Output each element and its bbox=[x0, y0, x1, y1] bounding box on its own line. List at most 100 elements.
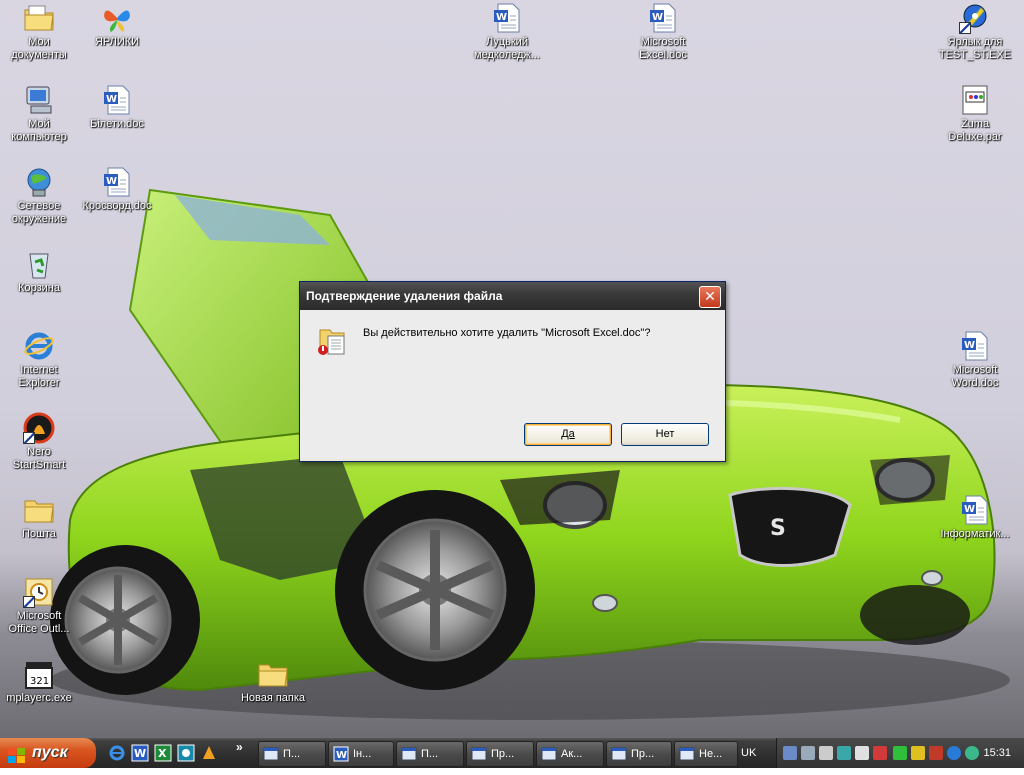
green-tray-icon[interactable] bbox=[893, 746, 907, 760]
desktop-icon-outlook[interactable]: Microsoft Office Outl... bbox=[0, 576, 78, 636]
system-tray: 15:31 bbox=[776, 738, 1024, 768]
outlook-icon bbox=[23, 576, 55, 608]
explorer-window-icon bbox=[263, 746, 279, 762]
messenger-tray-icon[interactable] bbox=[965, 746, 979, 760]
svg-text:W: W bbox=[106, 176, 117, 187]
word-doc-icon: W bbox=[101, 166, 133, 198]
antivirus-tray-icon[interactable] bbox=[911, 746, 925, 760]
desktop-icon-label: Мои документы bbox=[11, 36, 67, 61]
desktop-icon-lutsk-medcollege[interactable]: W Луцький медколедж... bbox=[468, 2, 546, 62]
desktop-icon-my-documents[interactable]: Мои документы bbox=[0, 2, 78, 62]
windows-flag-icon bbox=[8, 745, 26, 763]
desktop: S Мои документы Мой компьютер Сетевое ок… bbox=[0, 0, 1024, 738]
shield-tray-icon[interactable] bbox=[855, 746, 869, 760]
taskbar-button-label: Пр... bbox=[631, 748, 655, 760]
taskbar-button-6[interactable]: Пр... bbox=[606, 741, 672, 767]
desktop-icon-test-shortcut[interactable]: Ярлык для TEST_ST.EXE bbox=[936, 2, 1014, 62]
svg-text:321: 321 bbox=[30, 676, 49, 687]
explorer-window-icon bbox=[541, 746, 557, 762]
desktop-icon-label: Корзина bbox=[18, 282, 60, 294]
ati-tray-icon[interactable] bbox=[929, 746, 943, 760]
dialog-body: Вы действительно хотите удалить "Microso… bbox=[300, 310, 725, 459]
publisher-quicklaunch-icon[interactable] bbox=[177, 744, 195, 762]
winamp-quicklaunch-icon[interactable] bbox=[200, 744, 218, 762]
taskbar-button-label: Ін... bbox=[353, 748, 372, 760]
network-icon bbox=[23, 166, 55, 198]
taskbar-button-2[interactable]: W Ін... bbox=[328, 741, 394, 767]
desktop-icon-label: Кросворд.doc bbox=[82, 200, 152, 212]
ie-icon bbox=[23, 330, 55, 362]
svg-text:W: W bbox=[652, 12, 663, 23]
desktop-icon-internet-explorer[interactable]: Internet Explorer bbox=[0, 330, 78, 390]
dialog-titlebar[interactable]: Подтверждение удаления файла ✕ bbox=[300, 282, 725, 310]
desktop-icon-label: Новая папка bbox=[240, 692, 306, 704]
no-button[interactable]: Нет bbox=[621, 423, 709, 446]
delete-confirm-dialog: Подтверждение удаления файла ✕ Вы действ… bbox=[299, 281, 726, 462]
taskbar-button-label: Пр... bbox=[491, 748, 515, 760]
desktop-icon-label: Internet Explorer bbox=[18, 364, 60, 389]
explorer-window-icon bbox=[471, 746, 487, 762]
desktop-icon-informatyka[interactable]: W Інформатик... bbox=[936, 494, 1014, 541]
word-doc-icon: W bbox=[647, 2, 679, 34]
word-doc-icon: W bbox=[333, 746, 349, 762]
test-shortcut-icon bbox=[959, 2, 991, 34]
desktop-icon-yarlyky[interactable]: ЯРЛИКИ bbox=[78, 2, 156, 49]
close-button[interactable]: ✕ bbox=[699, 286, 721, 308]
folder-icon bbox=[257, 658, 289, 690]
language-indicator[interactable]: UK bbox=[741, 745, 759, 761]
chevron-icon[interactable]: » bbox=[236, 740, 243, 754]
desktop-icon-label: Луцький медколедж... bbox=[474, 36, 540, 61]
taskbar-button-5[interactable]: Ак... bbox=[536, 741, 604, 767]
desktop-icon-label: Пошта bbox=[22, 528, 56, 540]
taskbar-button-1[interactable]: П... bbox=[258, 741, 326, 767]
taskbar-button-7[interactable]: Не... bbox=[674, 741, 738, 767]
taskbar-button-4[interactable]: Пр... bbox=[466, 741, 534, 767]
svg-text:W: W bbox=[106, 94, 117, 105]
desktop-icon-new-folder[interactable]: Новая папка bbox=[234, 658, 312, 705]
yes-button[interactable]: Да bbox=[524, 423, 612, 446]
usb-tray-icon[interactable] bbox=[837, 746, 851, 760]
desktop-icon-label: Інформатик... bbox=[940, 528, 1010, 540]
word-quicklaunch-icon[interactable]: W bbox=[131, 744, 149, 762]
desktop-icon-recycle-bin[interactable]: Корзина bbox=[0, 248, 78, 295]
ie-quicklaunch-icon[interactable] bbox=[108, 744, 126, 762]
network-tray-icon[interactable] bbox=[783, 746, 797, 760]
desktop-icon-network[interactable]: Сетевое окружение bbox=[0, 166, 78, 226]
desktop-icon-label: Nero StartSmart bbox=[12, 446, 66, 471]
desktop-icon-nero[interactable]: Nero StartSmart bbox=[0, 412, 78, 472]
desktop-icon-microsoft-word-doc[interactable]: W Microsoft Word.doc bbox=[936, 330, 1014, 390]
desktop-icon-label: mplayerc.exe bbox=[6, 692, 72, 704]
word-doc-icon: W bbox=[101, 84, 133, 116]
nero-icon bbox=[23, 412, 55, 444]
display-tray-icon[interactable] bbox=[801, 746, 815, 760]
svg-text:W: W bbox=[964, 504, 975, 515]
desktop-icon-zuma-deluxe[interactable]: Zuma Deluxe.par bbox=[936, 84, 1014, 144]
desktop-icon-label: Ярлык для TEST_ST.EXE bbox=[938, 36, 1012, 61]
taskbar-button-3[interactable]: П... bbox=[396, 741, 464, 767]
desktop-icon-label: Microsoft Office Outl... bbox=[8, 610, 70, 635]
drive-tray-icon[interactable] bbox=[819, 746, 833, 760]
taskbar-button-label: Ак... bbox=[561, 748, 583, 760]
desktop-icon-krosvord[interactable]: W Кросворд.doc bbox=[78, 166, 156, 213]
clock[interactable]: 15:31 bbox=[983, 738, 1011, 768]
volume-tray-icon[interactable] bbox=[873, 746, 887, 760]
excel-quicklaunch-icon[interactable]: X bbox=[154, 744, 172, 762]
desktop-icon-poshta[interactable]: Пошта bbox=[0, 494, 78, 541]
desktop-icon-label: ЯРЛИКИ bbox=[94, 36, 140, 48]
desktop-icon-my-computer[interactable]: Мой компьютер bbox=[0, 84, 78, 144]
delete-file-warning-icon bbox=[316, 324, 348, 356]
word-doc-icon: W bbox=[959, 330, 991, 362]
svg-text:W: W bbox=[964, 340, 975, 351]
svg-text:W: W bbox=[336, 750, 347, 761]
my-computer-icon bbox=[23, 84, 55, 116]
desktop-icon-bileti[interactable]: W Білети.doc bbox=[78, 84, 156, 131]
desktop-icon-mplayer[interactable]: 321 mplayerc.exe bbox=[0, 658, 78, 705]
globe-tray-icon[interactable] bbox=[947, 746, 961, 760]
desktop-icon-label: Microsoft Excel.doc bbox=[639, 36, 687, 61]
mplayer-icon: 321 bbox=[23, 658, 55, 690]
desktop-icon-label: Білети.doc bbox=[90, 118, 144, 130]
explorer-window-icon bbox=[611, 746, 627, 762]
desktop-icon-label: Мой компьютер bbox=[11, 118, 67, 143]
start-button[interactable]: пуск bbox=[0, 738, 96, 768]
desktop-icon-microsoft-excel-doc[interactable]: W Microsoft Excel.doc bbox=[624, 2, 702, 62]
